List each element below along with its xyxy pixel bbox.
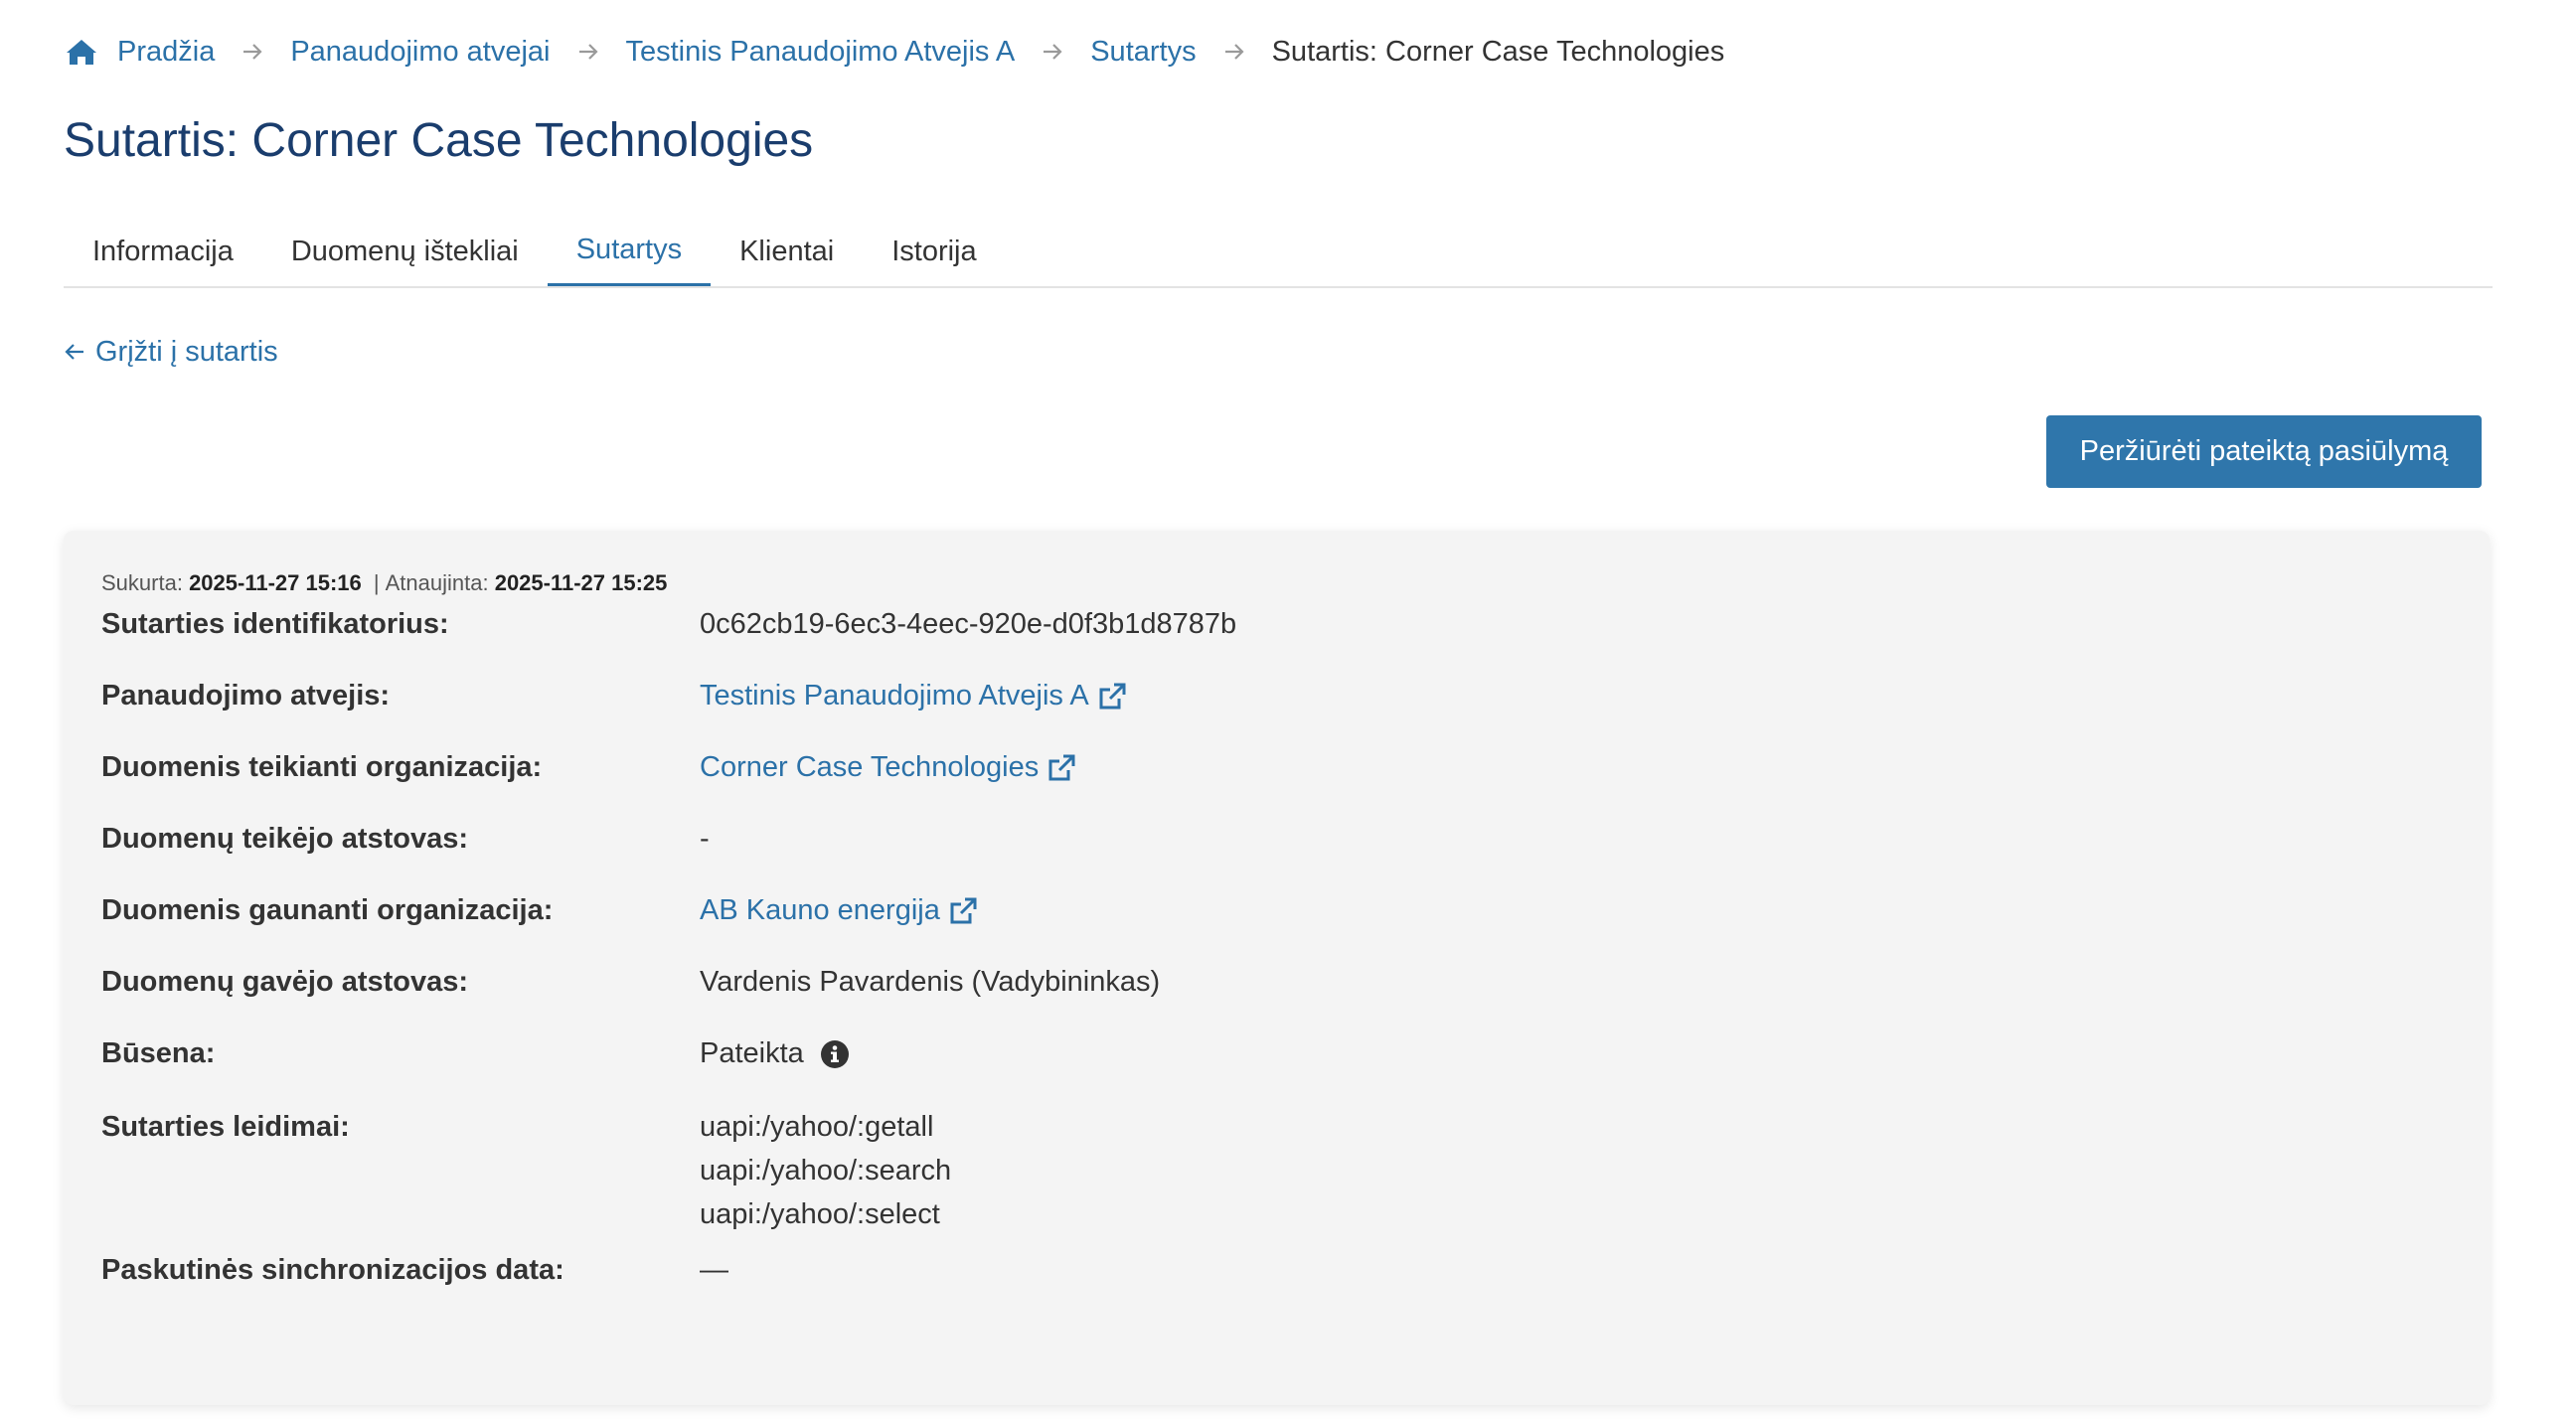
breadcrumb-current: Sutartis: Corner Case Technologies bbox=[1271, 35, 1725, 68]
last-sync-value: — bbox=[700, 1254, 728, 1286]
consumer-org-value: AB Kauno energija bbox=[700, 894, 978, 927]
detail-label: Duomenis teikianti organizacija: bbox=[101, 751, 543, 783]
meta-separator: | bbox=[373, 570, 380, 595]
external-link-icon[interactable] bbox=[1097, 682, 1127, 712]
detail-label: Sutarties identifikatorius: bbox=[101, 608, 449, 640]
use-case-value: Testinis Panaudojimo Atvejis A bbox=[700, 680, 1127, 712]
breadcrumb: Pradžia Panaudojimo atvejai Testinis Pan… bbox=[66, 30, 1724, 74]
external-link-icon[interactable] bbox=[1046, 753, 1076, 783]
breadcrumb-link-use-case[interactable]: Testinis Panaudojimo Atvejis A bbox=[626, 36, 1016, 69]
home-icon[interactable] bbox=[66, 38, 97, 66]
breadcrumb-link-contracts[interactable]: Sutartys bbox=[1090, 36, 1196, 69]
permission-item: uapi:/yahoo/:select bbox=[700, 1198, 940, 1230]
permission-item: uapi:/yahoo/:search bbox=[700, 1155, 952, 1186]
contract-id-value: 0c62cb19-6ec3-4eec-920e-d0f3b1d8787b bbox=[700, 608, 1237, 640]
tab-data-resources[interactable]: Duomenų ištekliai bbox=[262, 217, 548, 286]
permission-item: uapi:/yahoo/:getall bbox=[700, 1111, 934, 1143]
consumer-rep-value: Vardenis Pavardenis (Vadybininkas) bbox=[700, 966, 1161, 998]
timestamps: Sukurta: 2025-11-27 15:16 | Atnaujinta: 2… bbox=[101, 570, 667, 596]
arrow-right-icon bbox=[1042, 43, 1063, 61]
view-submitted-offer-button[interactable]: Peržiūrėti pateiktą pasiūlymą bbox=[2046, 415, 2482, 488]
created-value: 2025-11-27 15:16 bbox=[189, 570, 362, 595]
detail-label: Duomenų gavėjo atstovas: bbox=[101, 966, 469, 998]
info-icon[interactable] bbox=[820, 1039, 850, 1069]
provider-org-link[interactable]: Corner Case Technologies bbox=[700, 751, 1039, 784]
updated-value: 2025-11-27 15:25 bbox=[494, 570, 668, 595]
tab-bar: Informacija Duomenų ištekliai Sutartys K… bbox=[64, 217, 2493, 288]
detail-label: Būsena: bbox=[101, 1037, 216, 1069]
detail-label: Duomenis gaunanti organizacija: bbox=[101, 894, 554, 926]
detail-label: Paskutinės sinchronizacijos data: bbox=[101, 1254, 564, 1286]
use-case-link[interactable]: Testinis Panaudojimo Atvejis A bbox=[700, 680, 1089, 712]
breadcrumb-link-home[interactable]: Pradžia bbox=[117, 36, 215, 69]
detail-label: Sutarties leidimai: bbox=[101, 1111, 350, 1143]
updated-label: Atnaujinta: bbox=[385, 570, 489, 595]
arrow-right-icon bbox=[1223, 43, 1245, 61]
arrow-right-icon bbox=[577, 43, 599, 61]
page-title: Sutartis: Corner Case Technologies bbox=[64, 114, 814, 167]
detail-label: Duomenų teikėjo atstovas: bbox=[101, 823, 469, 855]
provider-org-value: Corner Case Technologies bbox=[700, 751, 1076, 784]
breadcrumb-link-use-cases[interactable]: Panaudojimo atvejai bbox=[290, 36, 550, 69]
tab-contracts[interactable]: Sutartys bbox=[547, 217, 712, 286]
page: Pradžia Panaudojimo atvejai Testinis Pan… bbox=[0, 0, 2576, 1423]
contract-details-card: Sukurta: 2025-11-27 15:16 | Atnaujinta: 2… bbox=[64, 531, 2490, 1405]
detail-label: Panaudojimo atvejis: bbox=[101, 680, 391, 712]
status-text: Pateikta bbox=[700, 1037, 804, 1069]
provider-rep-value: - bbox=[700, 823, 710, 855]
arrow-right-icon bbox=[242, 43, 263, 61]
arrow-left-icon bbox=[64, 342, 85, 362]
created-label: Sukurta: bbox=[101, 570, 183, 595]
back-link-label: Grįžti į sutartis bbox=[95, 335, 278, 368]
tab-information[interactable]: Informacija bbox=[64, 217, 262, 286]
back-to-contracts-link[interactable]: Grįžti į sutartis bbox=[64, 332, 278, 372]
tab-clients[interactable]: Klientai bbox=[711, 217, 863, 286]
status-value: Pateikta bbox=[700, 1037, 850, 1070]
tab-history[interactable]: Istorija bbox=[863, 217, 1005, 286]
external-link-icon[interactable] bbox=[948, 896, 978, 926]
permissions-list: uapi:/yahoo/:getall uapi:/yahoo/:search … bbox=[700, 1105, 951, 1236]
consumer-org-link[interactable]: AB Kauno energija bbox=[700, 894, 940, 927]
